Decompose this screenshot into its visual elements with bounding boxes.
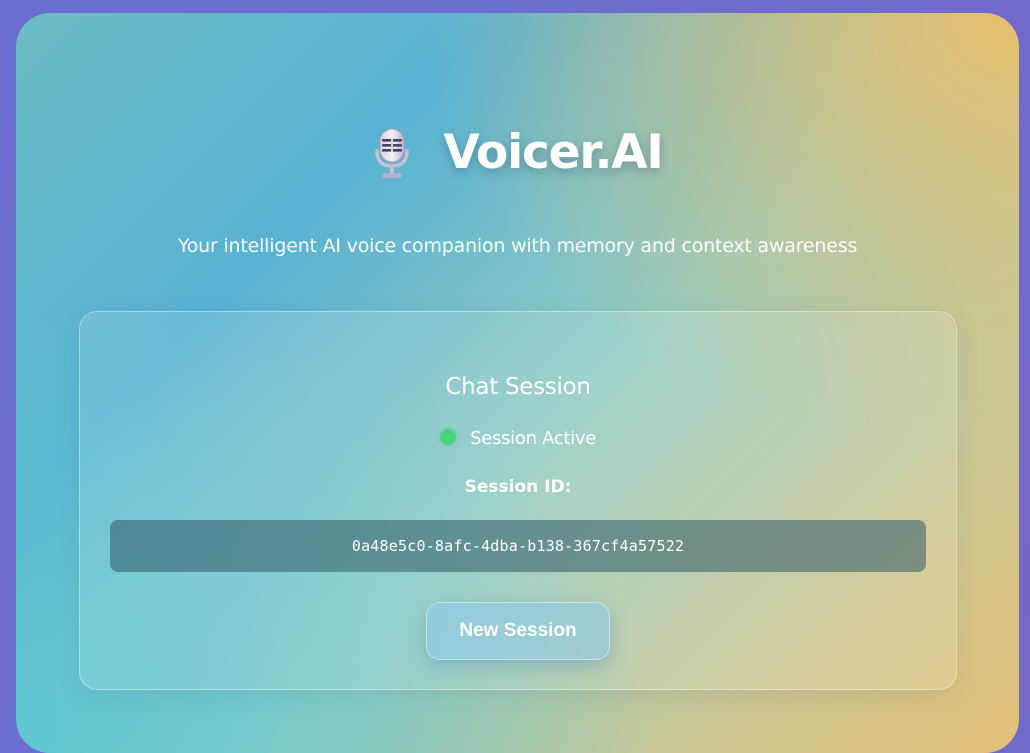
session-id-label: Session ID: bbox=[464, 477, 572, 497]
app-subtitle: Your intelligent AI voice companion with… bbox=[177, 235, 858, 257]
new-session-button[interactable]: New Session bbox=[426, 602, 610, 660]
session-status-label: Session Active bbox=[470, 428, 596, 449]
app-title: Voicer.AI bbox=[443, 125, 664, 180]
chat-session-panel: Chat Session Session Active Session ID: … bbox=[79, 311, 957, 690]
session-status: Session Active bbox=[80, 428, 956, 449]
app-card: Voicer.AI Your intelligent AI voice comp… bbox=[16, 13, 1019, 753]
chat-session-heading: Chat Session bbox=[445, 374, 591, 400]
status-dot-icon bbox=[440, 428, 456, 445]
app-header: Voicer.AI bbox=[16, 125, 1019, 191]
microphone-icon bbox=[372, 126, 412, 180]
session-id-value: 0a48e5c0-8afc-4dba-b138-367cf4a57522 bbox=[110, 520, 926, 572]
